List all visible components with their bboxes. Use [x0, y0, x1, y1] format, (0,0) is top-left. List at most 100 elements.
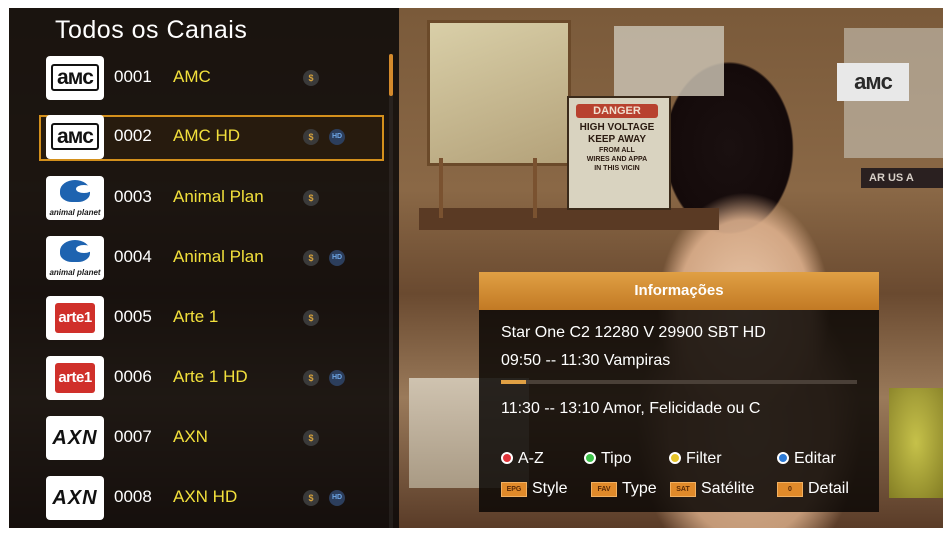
arte1-logo: arte1 — [46, 296, 104, 340]
yellow-dot-icon — [669, 452, 681, 464]
channel-number: 0008 — [114, 487, 152, 506]
channel-number: 0005 — [114, 307, 152, 326]
logo-text: aмc — [51, 123, 99, 150]
easel — [439, 158, 537, 218]
tv-screen: DANGER HIGH VOLTAGE KEEP AWAY FROM ALL W… — [9, 8, 943, 528]
type-label: Type — [622, 480, 657, 497]
hd-badge-icon: HD — [329, 129, 345, 145]
tipo-label: Tipo — [601, 450, 632, 467]
channel-name: AXN HD — [173, 487, 238, 506]
animal-planet-logo: animal planet — [46, 176, 104, 220]
pay-coin-icon: $ — [303, 190, 319, 206]
poster-painting — [427, 20, 571, 166]
channel-list-panel: Todos os Canais aмc 0001 AMC $ aмc 0002 AMC HD… — [9, 8, 399, 528]
pay-coin-icon: $ — [303, 430, 319, 446]
channel-row[interactable]: aмc 0001 AMC $ — [39, 56, 384, 102]
channel-name: Arte 1 HD — [173, 367, 248, 386]
transponder-info: Star One C2 12280 V 29900 SBT HD — [501, 324, 766, 341]
scrollbar-track[interactable] — [389, 54, 393, 528]
amc-logo: aмc — [46, 115, 104, 159]
red-dot-icon — [501, 452, 513, 464]
danger-sign-line: FROM ALL — [599, 147, 635, 154]
channel-number: 0006 — [114, 367, 152, 386]
channel-name: Animal Plan — [173, 187, 264, 206]
glass — [889, 388, 943, 498]
channel-number: 0002 — [114, 126, 152, 145]
pay-coin-icon: $ — [303, 370, 319, 386]
danger-sign-line: WIRES AND APPA — [586, 156, 648, 163]
channel-number: 0007 — [114, 427, 152, 446]
info-panel: Informações Star One C2 12280 V 29900 SB… — [479, 272, 879, 512]
scrollbar-thumb[interactable] — [389, 54, 393, 96]
satellite-label: Satélite — [701, 480, 755, 497]
danger-sign: DANGER HIGH VOLTAGE KEEP AWAY FROM ALL W… — [570, 100, 664, 200]
type-key[interactable]: FAV Type — [591, 480, 657, 498]
blue-dot-icon — [777, 452, 789, 464]
channel-name: Arte 1 — [173, 307, 219, 326]
hd-badge-icon: HD — [329, 370, 345, 386]
current-program: 09:50 -- 11:30 Vampiras — [501, 352, 671, 369]
channel-number: 0003 — [114, 187, 152, 206]
sat-key-icon: SAT — [670, 482, 696, 497]
amc-logo: aмc — [46, 56, 104, 100]
program-progress-fill — [501, 380, 526, 384]
danger-sign-line: KEEP AWAY — [588, 134, 646, 145]
satellite-key[interactable]: SAT Satélite — [670, 480, 754, 498]
editar-label: Editar — [794, 450, 836, 467]
pay-coin-icon: $ — [303, 70, 319, 86]
pay-coin-icon: $ — [303, 310, 319, 326]
pay-coin-icon: $ — [303, 250, 319, 266]
channel-row[interactable]: arte1 0005 Arte 1 $ — [39, 296, 384, 342]
logo-text: animal planet — [49, 268, 101, 277]
logo-text: arte1 — [55, 363, 95, 393]
style-key[interactable]: EPG Style — [501, 480, 568, 498]
tipo-button[interactable]: Tipo — [584, 450, 632, 468]
arte1-logo: arte1 — [46, 356, 104, 400]
channel-name: AMC — [173, 67, 211, 86]
channel-row[interactable]: animal planet 0003 Animal Plan $ — [39, 176, 384, 222]
channel-row[interactable]: AXN 0008 AXN HD $ HD — [39, 476, 384, 522]
animal-planet-logo: animal planet — [46, 236, 104, 280]
program-progress-track — [501, 380, 857, 384]
filter-label: Filter — [686, 450, 722, 467]
channel-name: AMC HD — [173, 126, 241, 145]
logo-text: aмc — [51, 64, 99, 91]
logo-text: arte1 — [55, 303, 95, 333]
background-sign: AR US A — [861, 168, 943, 188]
fav-key-icon: FAV — [591, 482, 617, 497]
danger-sign-title: DANGER — [576, 104, 658, 118]
poster-photo — [614, 26, 724, 96]
logo-text: animal planet — [49, 208, 101, 217]
axn-logo: AXN — [46, 416, 104, 460]
elephant-ear-icon — [76, 245, 92, 253]
channel-number: 0001 — [114, 67, 152, 86]
az-label: A-Z — [518, 450, 544, 467]
channel-name: AXN — [173, 427, 208, 446]
elephant-ear-icon — [76, 185, 92, 193]
channel-watermark-logo: aмc — [837, 63, 909, 101]
pay-coin-icon: $ — [303, 490, 319, 506]
info-panel-title: Informações — [479, 272, 879, 310]
filter-button[interactable]: Filter — [669, 450, 722, 468]
next-program: 11:30 -- 13:10 Amor, Felicidade ou C — [501, 400, 761, 417]
channel-row[interactable]: aмc 0002 AMC HD $ HD — [39, 115, 384, 161]
channel-list-title: Todos os Canais — [55, 16, 248, 44]
danger-sign-line: IN THIS VICIN — [594, 165, 640, 172]
channel-number: 0004 — [114, 247, 152, 266]
green-dot-icon — [584, 452, 596, 464]
axn-logo: AXN — [46, 476, 104, 520]
zero-key-icon: 0 — [777, 482, 803, 497]
channel-row[interactable]: AXN 0007 AXN $ — [39, 416, 384, 462]
detail-label: Detail — [808, 480, 849, 497]
channel-name: Animal Plan — [173, 247, 264, 266]
channel-row[interactable]: animal planet 0004 Animal Plan $ HD — [39, 236, 384, 282]
hd-badge-icon: HD — [329, 250, 345, 266]
channel-row[interactable]: arte1 0006 Arte 1 HD $ HD — [39, 356, 384, 402]
az-button[interactable]: A-Z — [501, 450, 544, 468]
detail-key[interactable]: 0 Detail — [777, 480, 849, 498]
pay-coin-icon: $ — [303, 129, 319, 145]
style-label: Style — [532, 480, 568, 497]
editar-button[interactable]: Editar — [777, 450, 836, 468]
hd-badge-icon: HD — [329, 490, 345, 506]
epg-key-icon: EPG — [501, 482, 527, 497]
